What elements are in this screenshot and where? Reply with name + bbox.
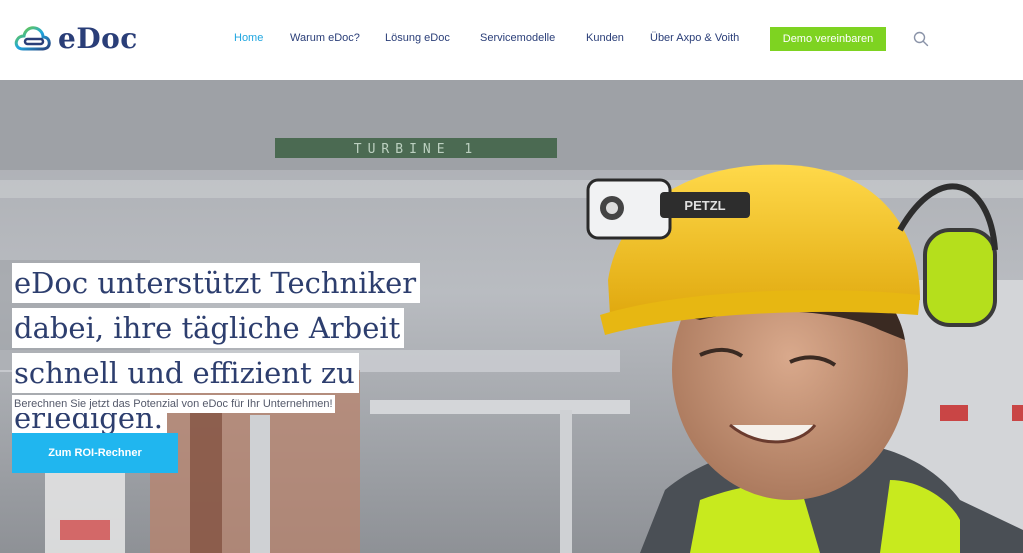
nav-servicemodelle[interactable]: Servicemodelle: [480, 32, 555, 44]
hero-section: TURBINE 1 PETZL eDoc unterstützt Technik…: [0, 80, 1023, 553]
nav-warum-edoc[interactable]: Warum eDoc?: [290, 32, 360, 44]
roi-calculator-button[interactable]: Zum ROI-Rechner: [12, 433, 178, 473]
headline-line: eDoc unterstützt Techniker: [12, 263, 421, 303]
hero-headline: eDoc unterstützt Techniker dabei, ihre t…: [12, 263, 432, 443]
nav-home[interactable]: Home: [234, 32, 263, 44]
nav-loesung-edoc[interactable]: Lösung eDoc: [385, 32, 450, 44]
headline-line: schnell und effizient zu: [12, 353, 359, 393]
nav-ueber-axpo-voith[interactable]: Über Axpo & Voith: [650, 32, 739, 44]
demo-button[interactable]: Demo vereinbaren: [770, 27, 886, 51]
turbine-sign-text: TURBINE 1: [354, 142, 478, 157]
hero-subline: Berechnen Sie jetzt das Potenzial von eD…: [12, 395, 335, 413]
nav-kunden[interactable]: Kunden: [586, 32, 624, 44]
site-header: eDoc Home Warum eDoc? Lösung eDoc Servic…: [0, 0, 1023, 80]
svg-text:PETZL: PETZL: [684, 198, 725, 213]
headline-line: dabei, ihre tägliche Arbeit: [12, 308, 405, 348]
search-icon[interactable]: [913, 31, 929, 47]
